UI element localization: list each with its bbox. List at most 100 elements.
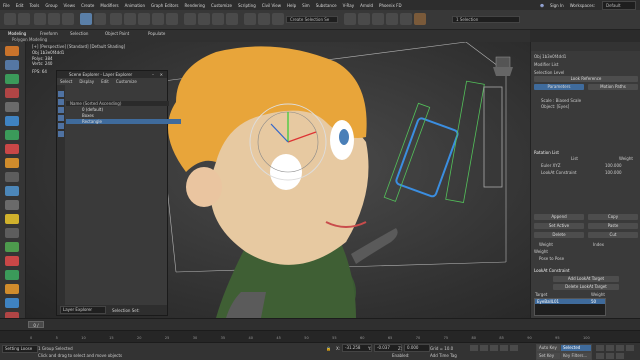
menu-civil-view[interactable]: Civil View — [259, 3, 284, 8]
list-item[interactable]: Rectangle — [66, 119, 181, 124]
menu-group[interactable]: Group — [42, 3, 60, 8]
display-icon[interactable] — [58, 99, 64, 105]
list-item[interactable]: 0 (default) — [66, 107, 181, 112]
add-time-tag-button[interactable]: Add Time Tag — [430, 353, 457, 358]
se-column-name[interactable]: Name (Sorted Ascending) — [66, 101, 169, 106]
signin-link[interactable]: Sign In — [547, 3, 567, 8]
spacewarp-icon[interactable] — [5, 256, 19, 266]
copy-button[interactable]: Copy — [588, 214, 638, 220]
cut-button[interactable]: Cut — [588, 232, 638, 238]
selection-filter-box[interactable]: 1 Selection — [452, 16, 520, 23]
menu-arnold[interactable]: Arnold — [357, 3, 376, 8]
scene-explorer-window[interactable]: Scene Explorer - Layer Explorer – ✕ Sele… — [56, 70, 181, 316]
timeline-ruler[interactable]: 0 5 10 15 20 25 30 35 40 45 50 55 60 65 … — [0, 330, 640, 342]
menu-sim[interactable]: Sim — [299, 3, 313, 8]
workspace-dropdown[interactable]: Default — [602, 0, 636, 10]
tube-icon[interactable] — [5, 158, 19, 168]
menu-help[interactable]: Help — [284, 3, 299, 8]
render-icon[interactable] — [414, 13, 426, 25]
key-filters-button[interactable]: Key Filters... — [560, 352, 592, 360]
parameters-button[interactable]: Parameters — [534, 84, 584, 90]
geometry-filter-icon[interactable] — [58, 107, 64, 113]
rotate-icon[interactable] — [124, 13, 136, 25]
perspective-viewport[interactable]: [+] [Perspective] [Standard] [Default Sh… — [26, 42, 530, 318]
lookat-constraint-header[interactable]: LookAt Constraint — [534, 268, 570, 273]
menu-file[interactable]: File — [0, 3, 13, 8]
index-radio[interactable]: Index — [593, 242, 604, 247]
play-icon[interactable] — [490, 345, 498, 351]
menu-edit[interactable]: Edit — [13, 3, 27, 8]
select-icon[interactable] — [80, 13, 92, 25]
pose-to-pose-checkbox[interactable]: Pose to Pose — [539, 256, 564, 261]
motion-paths-button[interactable]: Motion Paths — [588, 84, 638, 90]
fov-icon[interactable] — [626, 345, 634, 351]
close-icon[interactable]: ✕ — [160, 71, 163, 78]
undo-icon[interactable] — [4, 13, 16, 25]
redo-icon[interactable] — [18, 13, 30, 25]
z-coordinate-field[interactable]: 0.000 — [404, 344, 430, 352]
go-start-icon[interactable] — [470, 345, 478, 351]
lock-icon[interactable]: 🔒 — [326, 346, 331, 351]
schematic-icon[interactable] — [358, 13, 370, 25]
curve-editor-icon[interactable] — [344, 13, 356, 25]
menu-phoenix[interactable]: Phoenix FD — [376, 3, 405, 8]
selection-set-dropdown[interactable]: Create Selection Se — [286, 16, 338, 23]
render-setup-icon[interactable] — [386, 13, 398, 25]
percent-snap-icon[interactable] — [212, 13, 224, 25]
user-icon[interactable]: ☻ — [537, 3, 547, 8]
prev-frame-icon[interactable] — [480, 345, 488, 351]
go-end-icon[interactable] — [510, 345, 518, 351]
snap-icon[interactable] — [184, 13, 196, 25]
menu-create[interactable]: Create — [78, 3, 97, 8]
rotation-row-1[interactable]: Euler XYZ — [541, 163, 560, 168]
select-region-icon[interactable] — [94, 13, 106, 25]
place-icon[interactable] — [152, 13, 164, 25]
scene-explorer-titlebar[interactable]: Scene Explorer - Layer Explorer – ✕ — [57, 71, 167, 78]
menu-animation[interactable]: Animation — [122, 3, 148, 8]
se-menu-display[interactable]: Display — [79, 79, 94, 84]
auto-key-button[interactable]: Auto Key — [536, 344, 562, 352]
viewport-label[interactable]: [+] [Perspective] [Standard] [Default Sh… — [32, 44, 125, 49]
pan-icon[interactable] — [596, 353, 604, 359]
sphere-icon[interactable] — [5, 74, 19, 84]
helper-icon[interactable] — [5, 242, 19, 252]
zoom-extents-icon[interactable] — [616, 345, 624, 351]
list-item[interactable]: Boxes — [66, 113, 181, 118]
box-icon[interactable] — [5, 60, 19, 70]
rotation-row-2[interactable]: LookAt Constraint — [541, 170, 577, 175]
menu-vray[interactable]: V-Ray — [340, 3, 357, 8]
light-icon[interactable] — [5, 214, 19, 224]
tab-object-paint[interactable]: Object Paint — [105, 31, 129, 36]
set-key-button[interactable]: Set Key — [536, 352, 562, 360]
append-button[interactable]: Append — [534, 214, 584, 220]
cameras-filter-icon[interactable] — [58, 131, 64, 137]
target-list[interactable]: EyeBallL01 50 — [534, 298, 606, 316]
scale-icon[interactable] — [138, 13, 150, 25]
delete-button[interactable]: Delete — [534, 232, 584, 238]
angle-snap-icon[interactable] — [198, 13, 210, 25]
time-slider[interactable]: 0 / 100 — [0, 318, 640, 335]
camera-icon[interactable] — [5, 228, 19, 238]
set-active-button[interactable]: Set Active — [534, 223, 584, 229]
link-icon[interactable] — [34, 13, 46, 25]
tab-selection[interactable]: Selection — [70, 31, 88, 36]
rotation-list-header[interactable]: Rotation List — [534, 150, 559, 155]
menu-scripting[interactable]: Scripting — [235, 3, 259, 8]
pivot-icon[interactable] — [166, 13, 178, 25]
material-editor-icon[interactable] — [372, 13, 384, 25]
tab-modeling[interactable]: Modeling — [8, 31, 26, 36]
add-lookat-button[interactable]: Add LookAt Target — [553, 276, 619, 282]
pyramid-icon[interactable] — [5, 172, 19, 182]
filter-icon[interactable] — [58, 91, 64, 97]
modifier-list-label[interactable]: Modifier List — [534, 62, 558, 67]
table-row[interactable]: EyeBallL01 50 — [535, 299, 605, 304]
object-name-field[interactable]: Obj 1b3e0f4dd1 — [534, 54, 566, 59]
layer-explorer-dropdown[interactable]: Layer Explorer — [60, 306, 106, 314]
cylinder-icon[interactable] — [5, 88, 19, 98]
bind-icon[interactable] — [62, 13, 74, 25]
unlink-icon[interactable] — [48, 13, 60, 25]
spinner-snap-icon[interactable] — [226, 13, 238, 25]
menu-substance[interactable]: Substance — [313, 3, 340, 8]
maximize-viewport-icon[interactable] — [616, 353, 624, 359]
tab-populate[interactable]: Populate — [148, 31, 165, 36]
